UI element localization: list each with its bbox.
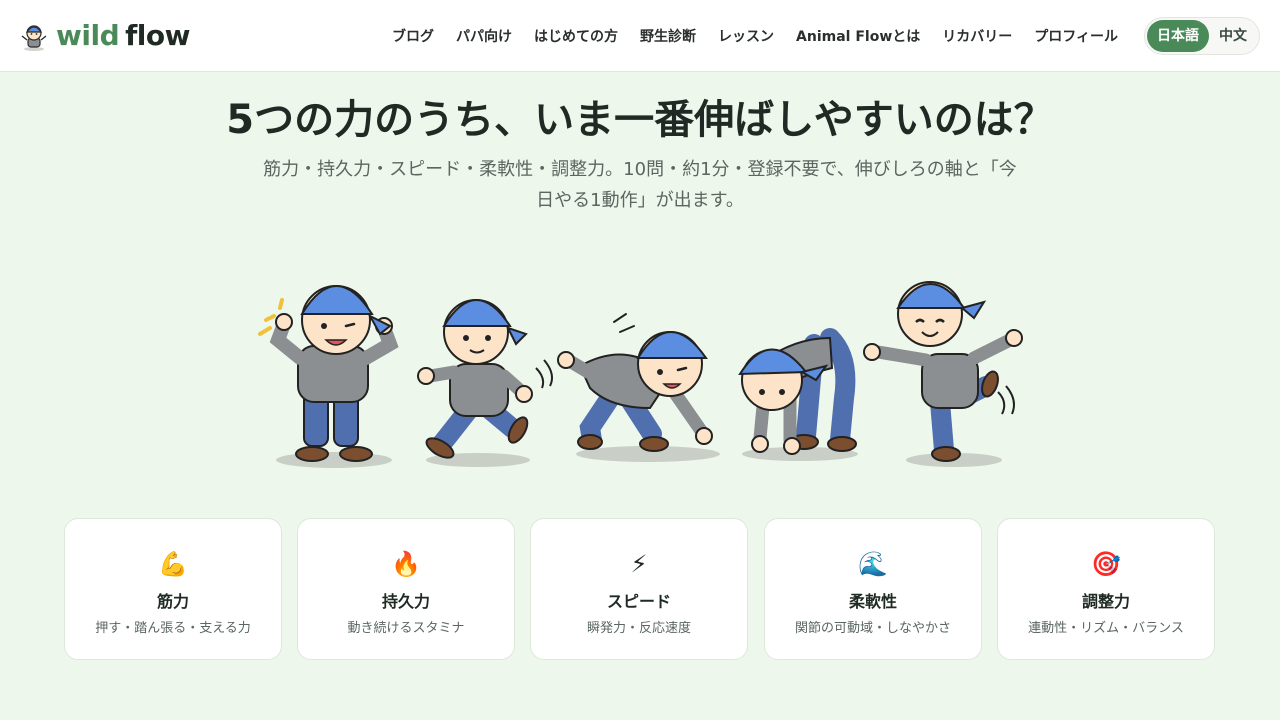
nav-item-beginners[interactable]: はじめての方: [534, 26, 618, 46]
nav-item-lessons[interactable]: レッスン: [718, 26, 774, 46]
language-switcher: 日本語 中文: [1144, 17, 1260, 55]
card-description: 関節の可動域・しなやかさ: [794, 621, 951, 636]
nav-item-blog[interactable]: ブログ: [392, 26, 434, 46]
lightning-icon: ⚡: [630, 550, 648, 578]
mascot-logo-icon: [21, 25, 47, 51]
nav-item-wild-diagnosis[interactable]: 野生診断: [640, 26, 696, 46]
wave-icon: 🌊: [858, 550, 888, 578]
fire-icon: 🔥: [391, 550, 421, 578]
main-nav: ブログ パパ向け はじめての方 野生診断 レッスン Animal Flowとは …: [370, 0, 1118, 72]
card-flexibility[interactable]: 🌊 柔軟性 関節の可動域・しなやかさ: [764, 518, 982, 660]
mascot-running-figure: [417, 299, 553, 467]
card-title: 柔軟性: [848, 592, 897, 611]
mascot-illustration: [258, 281, 1023, 468]
mascot-balancing-figure: [863, 281, 1023, 467]
card-endurance[interactable]: 🔥 持久力 動き続けるスタミナ: [297, 518, 515, 660]
ability-cards: 💪 筋力 押す・踏ん張る・支える力 🔥 持久力 動き続けるスタミナ ⚡ スピード…: [64, 518, 1216, 660]
site-header: wild flow ブログ パパ向け はじめての方 野生診断 レッスン Anima…: [0, 0, 1280, 72]
card-description: 瞬発力・反応速度: [586, 621, 691, 636]
logo-word-wild: wild: [56, 19, 120, 52]
nav-item-for-dads[interactable]: パパ向け: [456, 26, 512, 46]
lang-japanese-button[interactable]: 日本語: [1147, 20, 1209, 52]
lang-chinese-button[interactable]: 中文: [1209, 20, 1257, 52]
logo-word-flow: flow: [125, 19, 190, 52]
nav-item-about-animal-flow[interactable]: Animal Flowとは: [796, 26, 920, 46]
card-speed[interactable]: ⚡ スピード 瞬発力・反応速度: [530, 518, 748, 660]
mascot-crawling-figure: [557, 313, 720, 462]
mascot-flexing-figure: [258, 285, 399, 468]
nav-item-recovery[interactable]: リカバリー: [942, 26, 1012, 46]
card-title: 調整力: [1081, 592, 1130, 611]
card-title: 持久力: [381, 592, 430, 611]
mascot-stretching-figure: [738, 328, 858, 461]
nav-item-profile[interactable]: プロフィール: [1034, 26, 1118, 46]
hero-title: 5つの力のうち、いま一番伸ばしやすいのは？: [226, 97, 1054, 143]
card-description: 動き続けるスタミナ: [347, 621, 465, 636]
card-description: 連動性・リズム・バランス: [1028, 621, 1184, 636]
hero-subtitle: 筋力・持久力・スピード・柔軟性・調整力。10問・約1分・登録不要で、伸びしろの軸…: [263, 159, 1017, 211]
site-logo[interactable]: wild flow: [18, 18, 190, 54]
card-strength[interactable]: 💪 筋力 押す・踏ん張る・支える力: [64, 518, 282, 660]
card-description: 押す・踏ん張る・支える力: [95, 621, 251, 636]
target-icon: 🎯: [1091, 550, 1121, 578]
card-title: スピード: [606, 592, 671, 611]
flexed-biceps-icon: 💪: [158, 550, 188, 578]
card-coordination[interactable]: 🎯 調整力 連動性・リズム・バランス: [997, 518, 1215, 660]
card-title: 筋力: [156, 592, 189, 611]
